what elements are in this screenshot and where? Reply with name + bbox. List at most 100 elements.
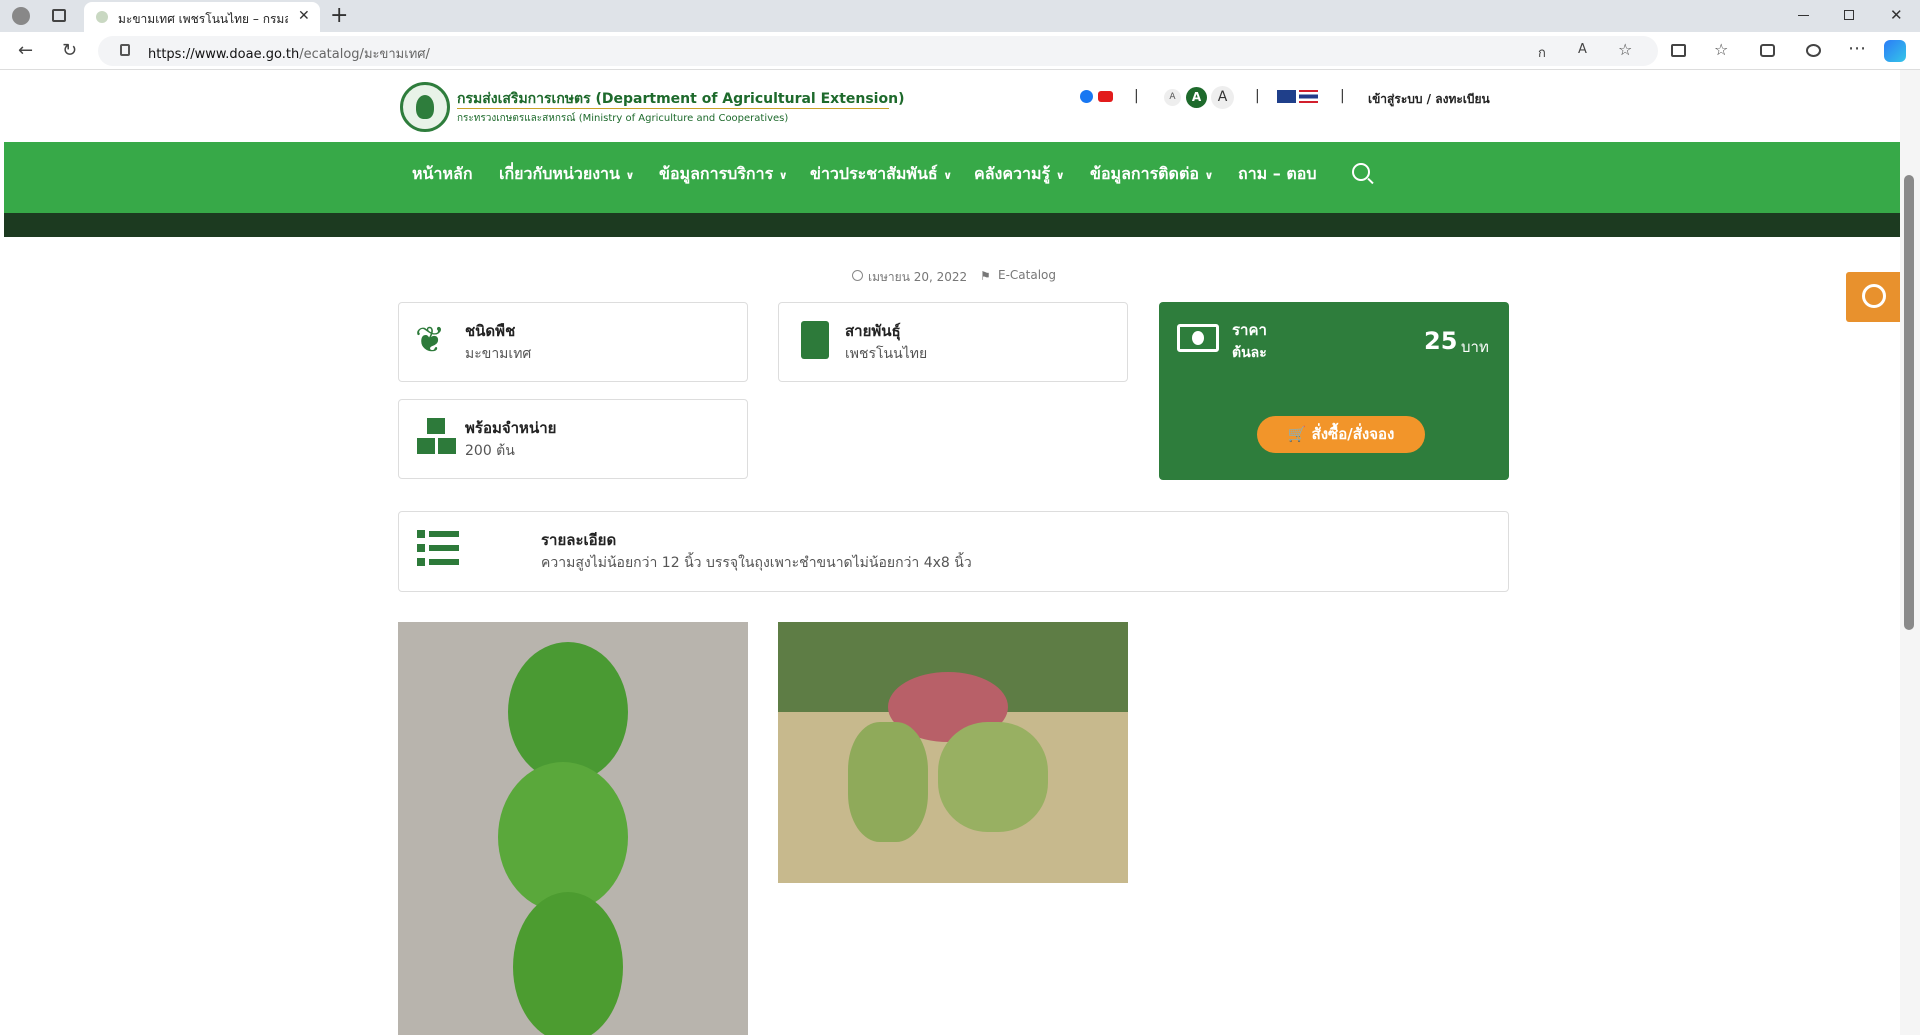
nav-item-label: เกี่ยวกับหน่วยงาน — [499, 164, 620, 183]
chevron-down-icon: ∨ — [1055, 169, 1065, 182]
minimize-icon[interactable] — [1798, 15, 1809, 16]
nav-underbar — [4, 213, 1900, 237]
browser-tab-bar: มะขามเทศ เพชรโนนไทย – กรมส่งเสริม... ✕ +… — [0, 0, 1920, 32]
seedling-foliage — [508, 642, 628, 782]
back-icon[interactable]: ← — [18, 40, 33, 61]
chevron-down-icon: ∨ — [1204, 169, 1214, 182]
fruit-pod — [938, 722, 1048, 832]
plant-type-title: ชนิดพืช — [465, 322, 516, 340]
translate-icon[interactable]: ก — [1538, 42, 1546, 63]
detail-value: ความสูงไม่น้อยกว่า 12 นิ้ว บรรจุในถุงเพา… — [541, 555, 972, 571]
url-text[interactable]: https://www.doae.go.th/ecatalog/มะขามเทศ… — [148, 43, 430, 64]
list-line — [429, 559, 459, 565]
org-name: กรมส่งเสริมการเกษตร (Department of Agric… — [457, 91, 905, 107]
nav-item-label: คลังความรู้ — [974, 164, 1051, 183]
money-bill-center — [1192, 331, 1204, 345]
close-tab-icon[interactable]: ✕ — [298, 8, 310, 24]
font-size-small-button[interactable]: A — [1164, 89, 1181, 106]
fruit-pod — [848, 722, 928, 842]
scrollbar-thumb[interactable] — [1904, 175, 1914, 630]
variety-card: สายพันธุ์ เพชรโนนไทย — [778, 302, 1128, 382]
new-tab-button[interactable]: + — [330, 3, 348, 28]
post-date: เมษายน 20, 2022 — [868, 270, 968, 284]
copilot-icon[interactable] — [1884, 40, 1906, 62]
collections-icon[interactable] — [1760, 44, 1775, 57]
url-path: /ecatalog/มะขามเทศ/ — [299, 47, 430, 62]
nav-item-news[interactable]: ข่าวประชาสัมพันธ์ ∨ — [810, 162, 952, 187]
browser-toolbar: ← ↻ https://www.doae.go.th/ecatalog/มะขา… — [0, 32, 1920, 70]
accessibility-icon — [1862, 284, 1886, 308]
extensions-icon[interactable] — [1806, 44, 1821, 57]
price-label: ราคา — [1232, 321, 1267, 339]
header-separator: | — [1340, 88, 1345, 104]
order-button[interactable]: 🛒 สั่งซื้อ/สั่งจอง — [1257, 416, 1425, 453]
nav-item-contact[interactable]: ข้อมูลการติดต่อ ∨ — [1090, 162, 1213, 187]
nav-item-faq[interactable]: ถาม – ตอบ — [1238, 162, 1317, 187]
favicon-icon — [96, 11, 108, 23]
plant-type-card: ❦ ชนิดพืช มะขามเทศ — [398, 302, 748, 382]
post-category[interactable]: E-Catalog — [998, 268, 1056, 282]
price-unit-label: ต้นละ — [1232, 345, 1267, 361]
list-bullet — [417, 544, 425, 552]
header-separator: | — [1134, 88, 1139, 104]
tab-title: มะขามเทศ เพชรโนนไทย – กรมส่งเสริม... — [118, 12, 288, 26]
fruit-photo[interactable] — [778, 622, 1128, 883]
web-page: กรมส่งเสริมการเกษตร (Department of Agric… — [4, 70, 1900, 1035]
more-menu-icon[interactable]: ⋯ — [1848, 38, 1866, 59]
variety-title: สายพันธุ์ — [845, 322, 901, 340]
logo-emblem-icon — [416, 95, 434, 119]
clock-icon — [852, 270, 863, 281]
chevron-down-icon: ∨ — [943, 169, 953, 182]
thai-flag-icon[interactable] — [1299, 90, 1318, 103]
nav-item-knowledge[interactable]: คลังความรู้ ∨ — [974, 162, 1065, 187]
list-bullet — [417, 530, 425, 538]
address-bar[interactable]: https://www.doae.go.th/ecatalog/มะขามเทศ… — [98, 36, 1658, 66]
accessibility-button[interactable] — [1846, 272, 1900, 322]
sprout-icon: ❦ — [415, 320, 446, 361]
nav-item-about[interactable]: เกี่ยวกับหน่วยงาน ∨ — [499, 162, 634, 187]
seedling-photo[interactable] — [398, 622, 748, 1035]
clipboard-list-icon — [801, 321, 829, 359]
price-currency: บาท — [1461, 338, 1489, 356]
site-logo[interactable] — [400, 82, 450, 132]
price-box: ราคา ต้นละ 25 บาท 🛒 สั่งซื้อ/สั่งจอง — [1159, 302, 1509, 480]
refresh-icon[interactable]: ↻ — [62, 40, 77, 61]
box-shape — [417, 438, 435, 454]
font-size-large-button[interactable]: A — [1211, 86, 1234, 109]
list-icon — [417, 530, 459, 566]
box-shape — [438, 438, 456, 454]
price-amount: 25 — [1424, 327, 1458, 355]
org-subtitle: กระทรวงเกษตรและสหกรณ์ (Ministry of Agric… — [457, 113, 789, 124]
nav-item-home[interactable]: หน้าหลัก — [412, 162, 473, 187]
split-screen-icon[interactable] — [1671, 44, 1686, 57]
plant-type-value: มะขามเทศ — [465, 346, 532, 362]
org-underline — [457, 108, 889, 109]
tag-icon: ⚑ — [980, 269, 991, 283]
uk-flag-icon[interactable] — [1277, 90, 1296, 103]
order-button-label: สั่งซื้อ/สั่งจอง — [1311, 425, 1395, 443]
favorite-star-icon[interactable]: ☆ — [1618, 40, 1632, 59]
nav-item-label: ข่าวประชาสัมพันธ์ — [810, 164, 938, 183]
nav-item-services[interactable]: ข้อมูลการบริการ ∨ — [659, 162, 788, 187]
facebook-icon[interactable] — [1080, 90, 1093, 103]
youtube-icon[interactable] — [1098, 91, 1113, 102]
login-link[interactable]: เข้าสู่ระบบ / ลงทะเบียน — [1368, 90, 1490, 109]
restore-icon[interactable] — [1844, 10, 1854, 20]
variety-value: เพชรโนนไทย — [845, 346, 928, 362]
chevron-down-icon: ∨ — [778, 169, 788, 182]
tab-actions-icon[interactable] — [52, 9, 66, 22]
money-bill-icon — [1177, 324, 1219, 352]
font-size-medium-button[interactable]: A — [1186, 87, 1207, 108]
profile-icon[interactable] — [12, 7, 30, 25]
detail-card: รายละเอียด ความสูงไม่น้อยกว่า 12 นิ้ว บร… — [398, 511, 1509, 592]
favorites-icon[interactable]: ☆ — [1714, 40, 1728, 59]
read-aloud-icon[interactable]: A — [1578, 42, 1587, 57]
seedling-foliage — [513, 892, 623, 1035]
cart-icon: 🛒 — [1287, 425, 1307, 443]
stock-title: พร้อมจำหน่าย — [465, 419, 557, 437]
seedling-foliage — [498, 762, 628, 912]
close-window-icon[interactable]: ✕ — [1890, 6, 1903, 24]
browser-tab[interactable]: มะขามเทศ เพชรโนนไทย – กรมส่งเสริม... ✕ — [84, 2, 320, 32]
header-separator: | — [1255, 88, 1260, 104]
stock-card: พร้อมจำหน่าย 200 ต้น — [398, 399, 748, 479]
